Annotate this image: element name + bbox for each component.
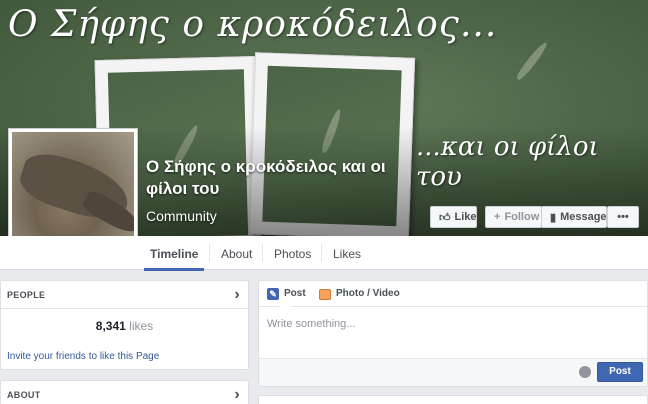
like-button[interactable]: 👍︎ Like [430,206,477,228]
likes-count: 8,341 likes [1,319,248,333]
composer-tabs: ✎ Post Photo / Video [259,281,647,307]
composer-tab-photo-label: Photo / Video [336,288,400,299]
composer-tab-photo[interactable]: Photo / Video [319,281,400,307]
chevron-right-icon[interactable]: › [234,281,240,309]
people-card: PEOPLE › 8,341 likes Invite your friends… [0,280,249,370]
people-header-label: PEOPLE [7,290,46,300]
post-button[interactable]: Post [597,362,643,382]
message-button[interactable]: ▮ Message [541,206,607,228]
more-icon: ••• [617,211,629,223]
invite-friends-link[interactable]: Invite your friends to like this Page [7,351,159,362]
globe-icon[interactable] [579,366,591,378]
cover-title-bottom: ...και οι φίλοι του [416,132,599,192]
tab-photos[interactable]: Photos [262,236,323,270]
tab-about[interactable]: About [209,236,264,270]
about-header[interactable]: ABOUT › [1,381,248,404]
about-header-label: ABOUT [7,390,41,400]
likes-suffix: likes [129,319,154,333]
composer-footer: Post [259,358,647,386]
like-button-label: Like [454,211,477,223]
photo-icon [319,288,331,300]
plus-icon: + [494,211,501,223]
about-card: ABOUT › [0,380,249,404]
tab-likes[interactable]: Likes [321,236,373,270]
pencil-icon: ✎ [267,288,279,300]
next-card [258,395,648,404]
chevron-right-icon[interactable]: › [234,381,240,404]
cover-title-top: Ο Σήφης ο κροκόδειλος... [8,4,498,45]
follow-button-label: Follow [504,211,540,223]
page-nav: Timeline About Photos Likes [0,236,648,271]
post-input[interactable]: Write something... [267,318,355,330]
post-composer: ✎ Post Photo / Video Write something... … [258,280,648,387]
thumbs-up-icon: 👍︎ [439,211,451,224]
crocodile-graphic [514,40,550,82]
page-category[interactable]: Community [146,208,217,224]
tab-timeline[interactable]: Timeline [138,236,210,271]
more-button[interactable]: ••• [607,206,639,228]
message-button-label: Message [560,211,607,223]
likes-number: 8,341 [95,319,126,333]
message-icon: ▮ [550,211,557,224]
page-title[interactable]: Ο Σήφης ο κροκόδειλος και οι φίλοι του [146,156,416,200]
follow-button[interactable]: + Follow [485,206,542,228]
people-header[interactable]: PEOPLE › [1,281,248,309]
